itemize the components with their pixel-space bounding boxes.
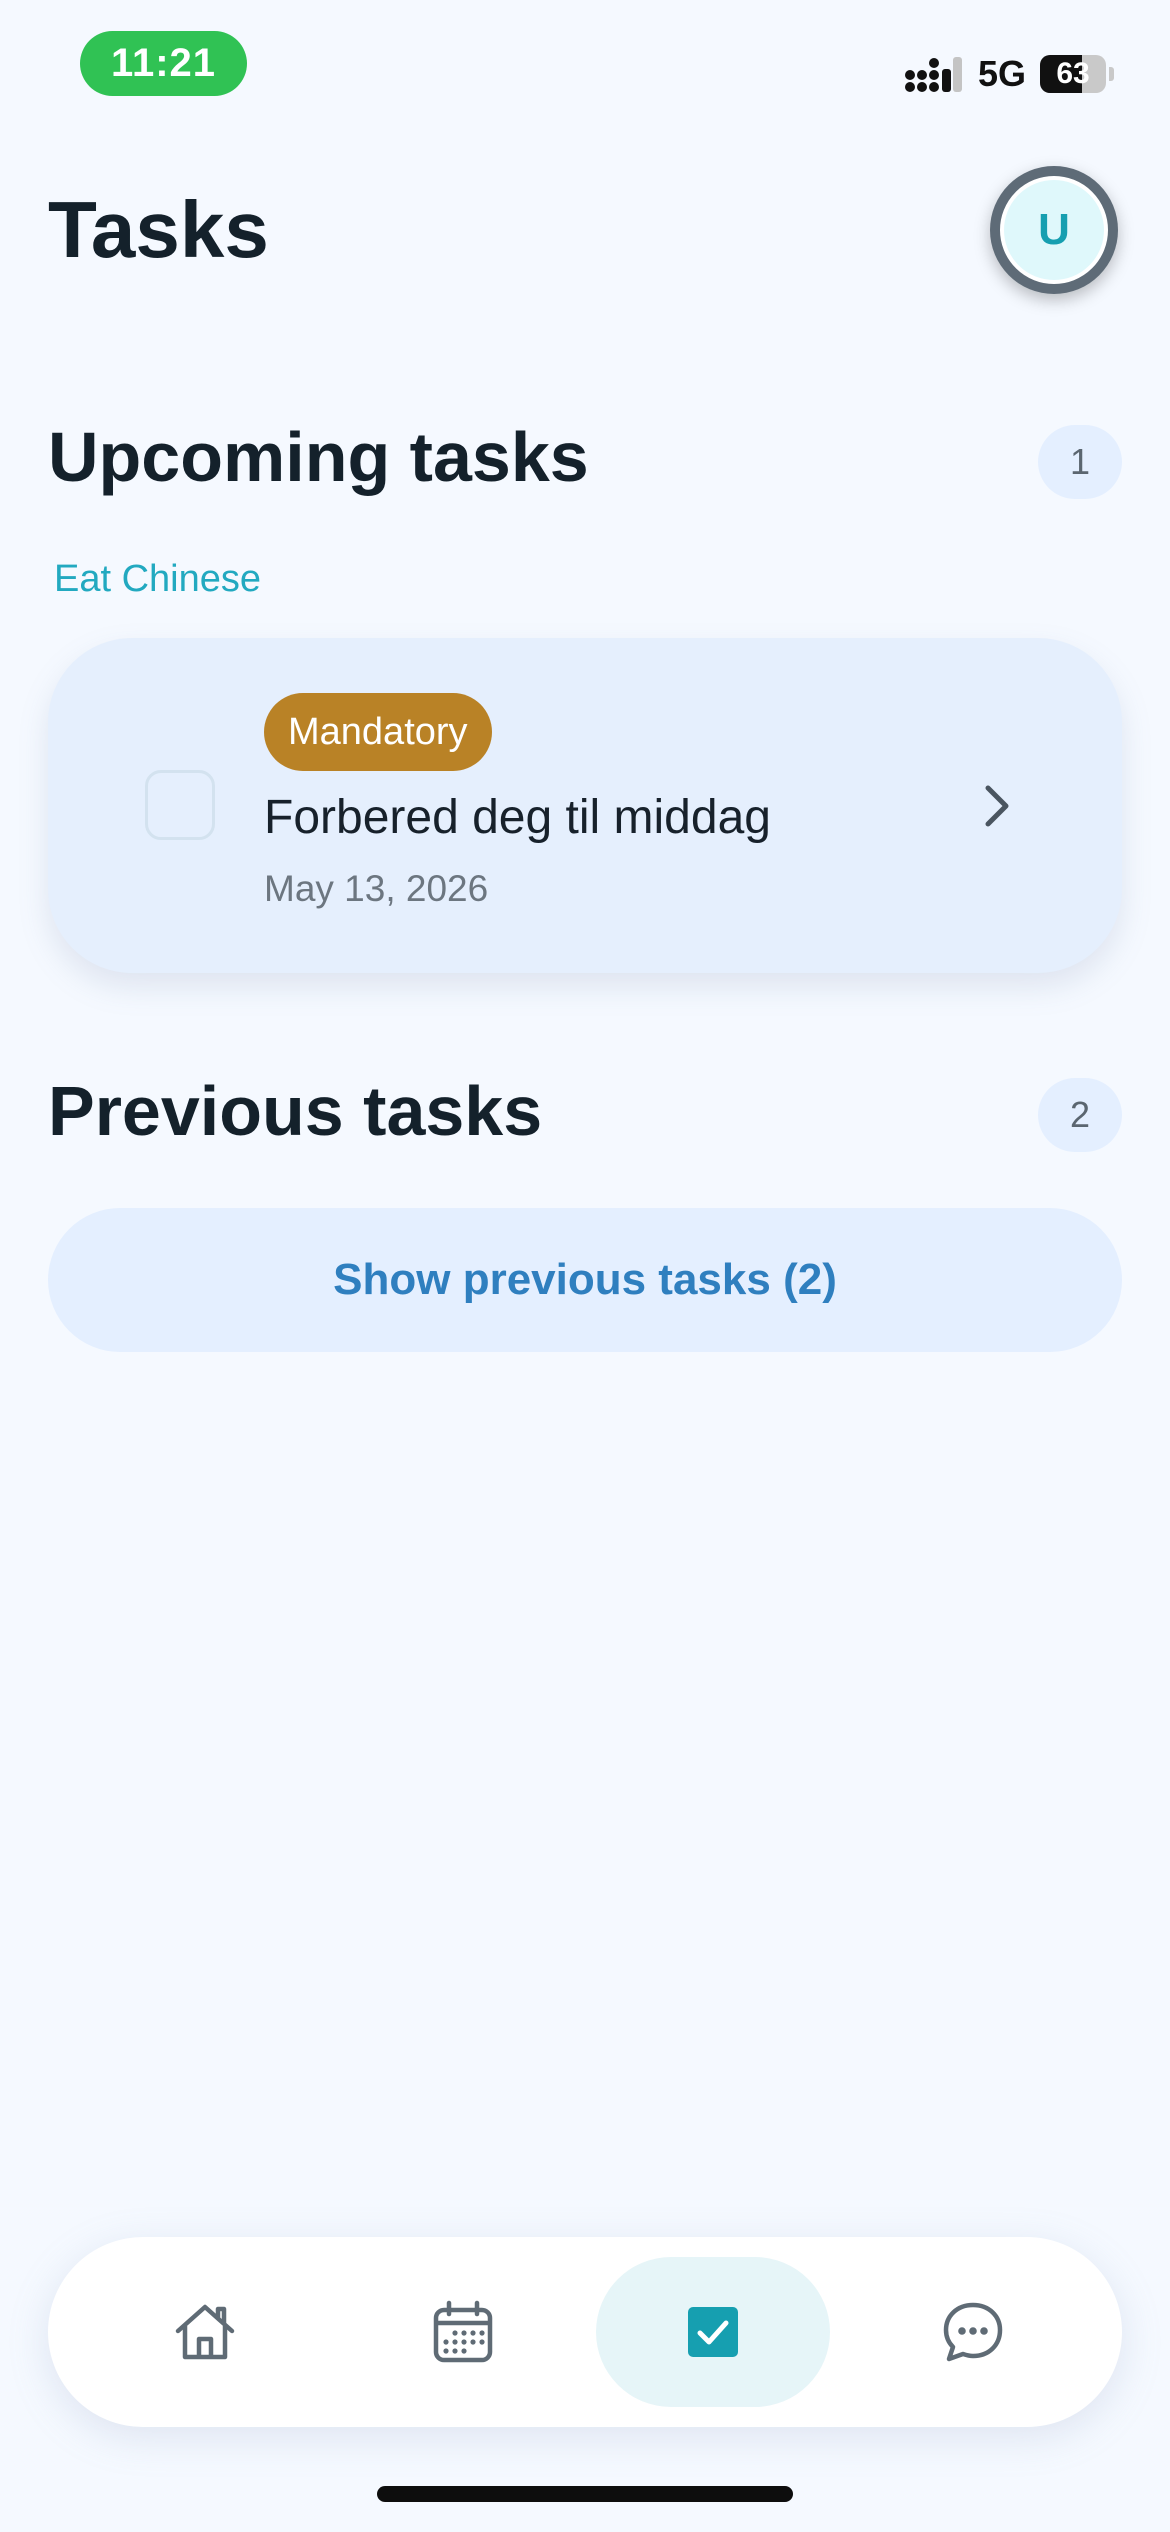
avatar-initial: U <box>1000 176 1108 284</box>
battery-cap <box>1109 67 1114 81</box>
avatar[interactable]: U <box>990 166 1118 294</box>
status-bar: 11:21 5G 63 <box>0 0 1170 130</box>
task-group-label: Eat Chinese <box>54 558 262 600</box>
previous-tasks-heading: Previous tasks <box>48 1072 543 1150</box>
task-checkbox[interactable] <box>145 770 215 840</box>
nav-tasks[interactable] <box>596 2257 830 2407</box>
page-title: Tasks <box>48 185 269 274</box>
checkbox-checked-icon <box>688 2307 738 2357</box>
home-indicator <box>377 2486 793 2502</box>
battery-level: 63 <box>1056 57 1090 90</box>
cellular-signal-icon <box>904 57 962 92</box>
show-previous-tasks-button[interactable]: Show previous tasks (2) <box>48 1208 1122 1352</box>
upcoming-tasks-heading: Upcoming tasks <box>48 418 589 496</box>
mandatory-tag: Mandatory <box>264 693 492 771</box>
task-title: Forbered deg til middag <box>264 791 771 844</box>
nav-messages[interactable] <box>856 2257 1090 2407</box>
previous-count-badge: 2 <box>1038 1078 1122 1152</box>
calendar-icon <box>433 2300 493 2363</box>
task-date: May 13, 2026 <box>264 868 489 909</box>
task-card[interactable]: Mandatory Forbered deg til middag May 13… <box>48 638 1122 973</box>
status-time: 11:21 <box>80 31 247 96</box>
chevron-right-icon[interactable] <box>978 778 1018 834</box>
home-icon <box>175 2304 235 2360</box>
bottom-nav <box>48 2237 1122 2427</box>
status-indicators: 5G 63 <box>904 52 1114 96</box>
nav-calendar[interactable] <box>346 2257 580 2407</box>
chat-bubble-icon <box>943 2302 1003 2362</box>
nav-home[interactable] <box>88 2257 322 2407</box>
upcoming-count-badge: 1 <box>1038 425 1122 499</box>
battery-icon: 63 <box>1040 55 1106 93</box>
network-type-label: 5G <box>977 53 1026 94</box>
